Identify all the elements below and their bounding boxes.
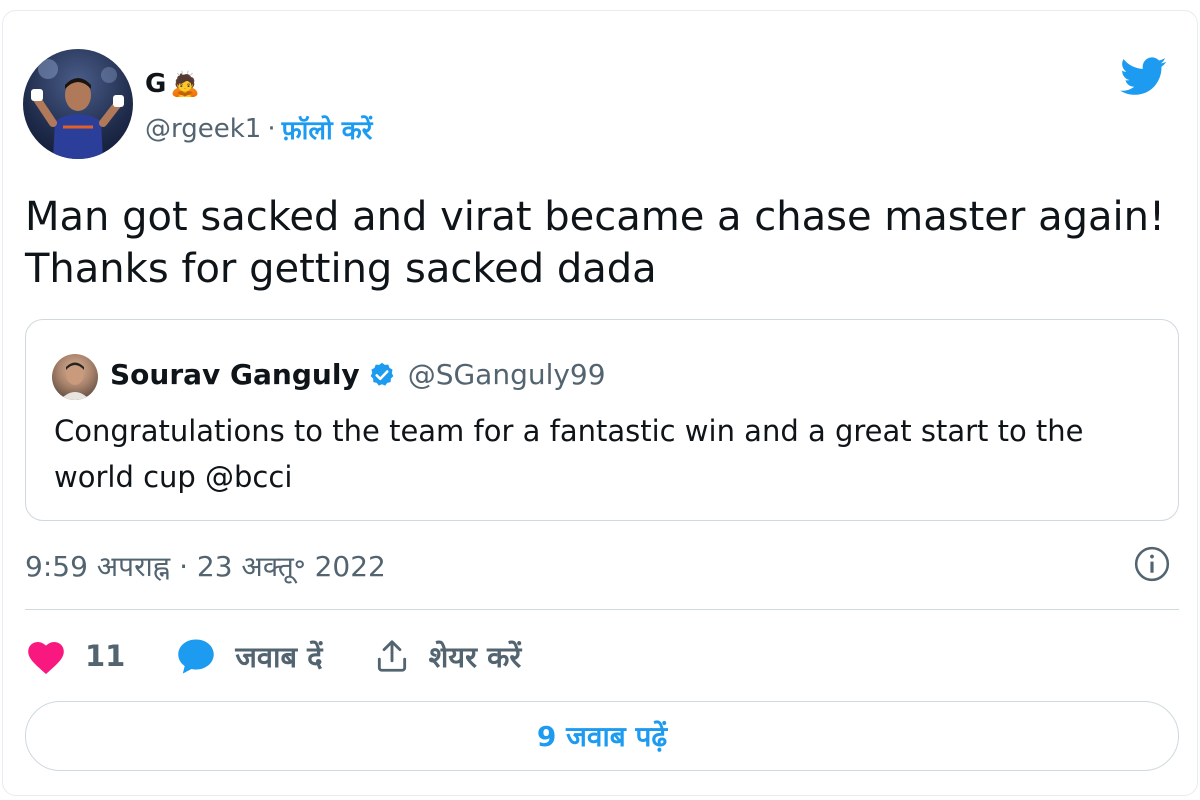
quoted-tweet[interactable]: Sourav Ganguly @SGanguly99 Congratulatio… <box>25 319 1179 521</box>
tweet-timestamp[interactable]: 9:59 अपराह्न · 23 अक्तू॰ 2022 <box>25 547 386 585</box>
quoted-text-line: Congratulations to the team for a fantas… <box>54 414 1084 448</box>
name-emoji: 🙇 <box>170 70 201 98</box>
divider <box>25 609 1179 610</box>
tweet-text-line: Man got sacked and virat became a chase … <box>25 194 1165 240</box>
quoted-tweet-text: Congratulations to the team for a fantas… <box>54 408 1154 500</box>
quoted-author-avatar <box>52 354 98 400</box>
quoted-tweet-header: Sourav Ganguly @SGanguly99 <box>110 358 606 391</box>
speech-bubble-icon <box>178 639 215 674</box>
action-bar: 11 जवाब दें शेयर करें <box>25 631 571 681</box>
author-handle[interactable]: @rgeek1 <box>145 114 261 144</box>
like-count: 11 <box>85 639 126 673</box>
share-icon <box>377 640 406 672</box>
info-icon[interactable] <box>1133 545 1171 583</box>
tweet-text: Man got sacked and virat became a chase … <box>25 191 1175 295</box>
heart-icon <box>28 642 64 674</box>
quoted-author-name: Sourav Ganguly <box>110 358 360 391</box>
author-display-name[interactable]: G 🙇 <box>145 69 200 99</box>
share-label: शेयर करें <box>428 639 522 674</box>
quoted-author-handle: @SGanguly99 <box>407 358 606 391</box>
follow-button[interactable]: फ़ॉलो करें <box>282 111 373 147</box>
author-handle-row: @rgeek1 · फ़ॉलो करें <box>145 111 372 147</box>
reply-label: जवाब दें <box>235 639 323 674</box>
twitter-bird-icon[interactable] <box>1117 53 1171 99</box>
like-button[interactable]: 11 <box>25 637 125 675</box>
tweet-embed-card: G 🙇 @rgeek1 · फ़ॉलो करें Man got sacked … <box>2 10 1198 796</box>
handle-separator: · <box>267 114 276 144</box>
read-replies-button[interactable]: 9 जवाब पढ़ें <box>25 701 1179 771</box>
quoted-text-line: world cup @bcci <box>54 460 293 494</box>
share-button[interactable]: शेयर करें <box>373 636 522 676</box>
reply-button[interactable]: जवाब दें <box>175 636 323 676</box>
verified-badge-icon <box>370 362 394 386</box>
tweet-text-line: Thanks for getting sacked dada <box>25 246 657 292</box>
author-avatar[interactable] <box>23 49 133 159</box>
